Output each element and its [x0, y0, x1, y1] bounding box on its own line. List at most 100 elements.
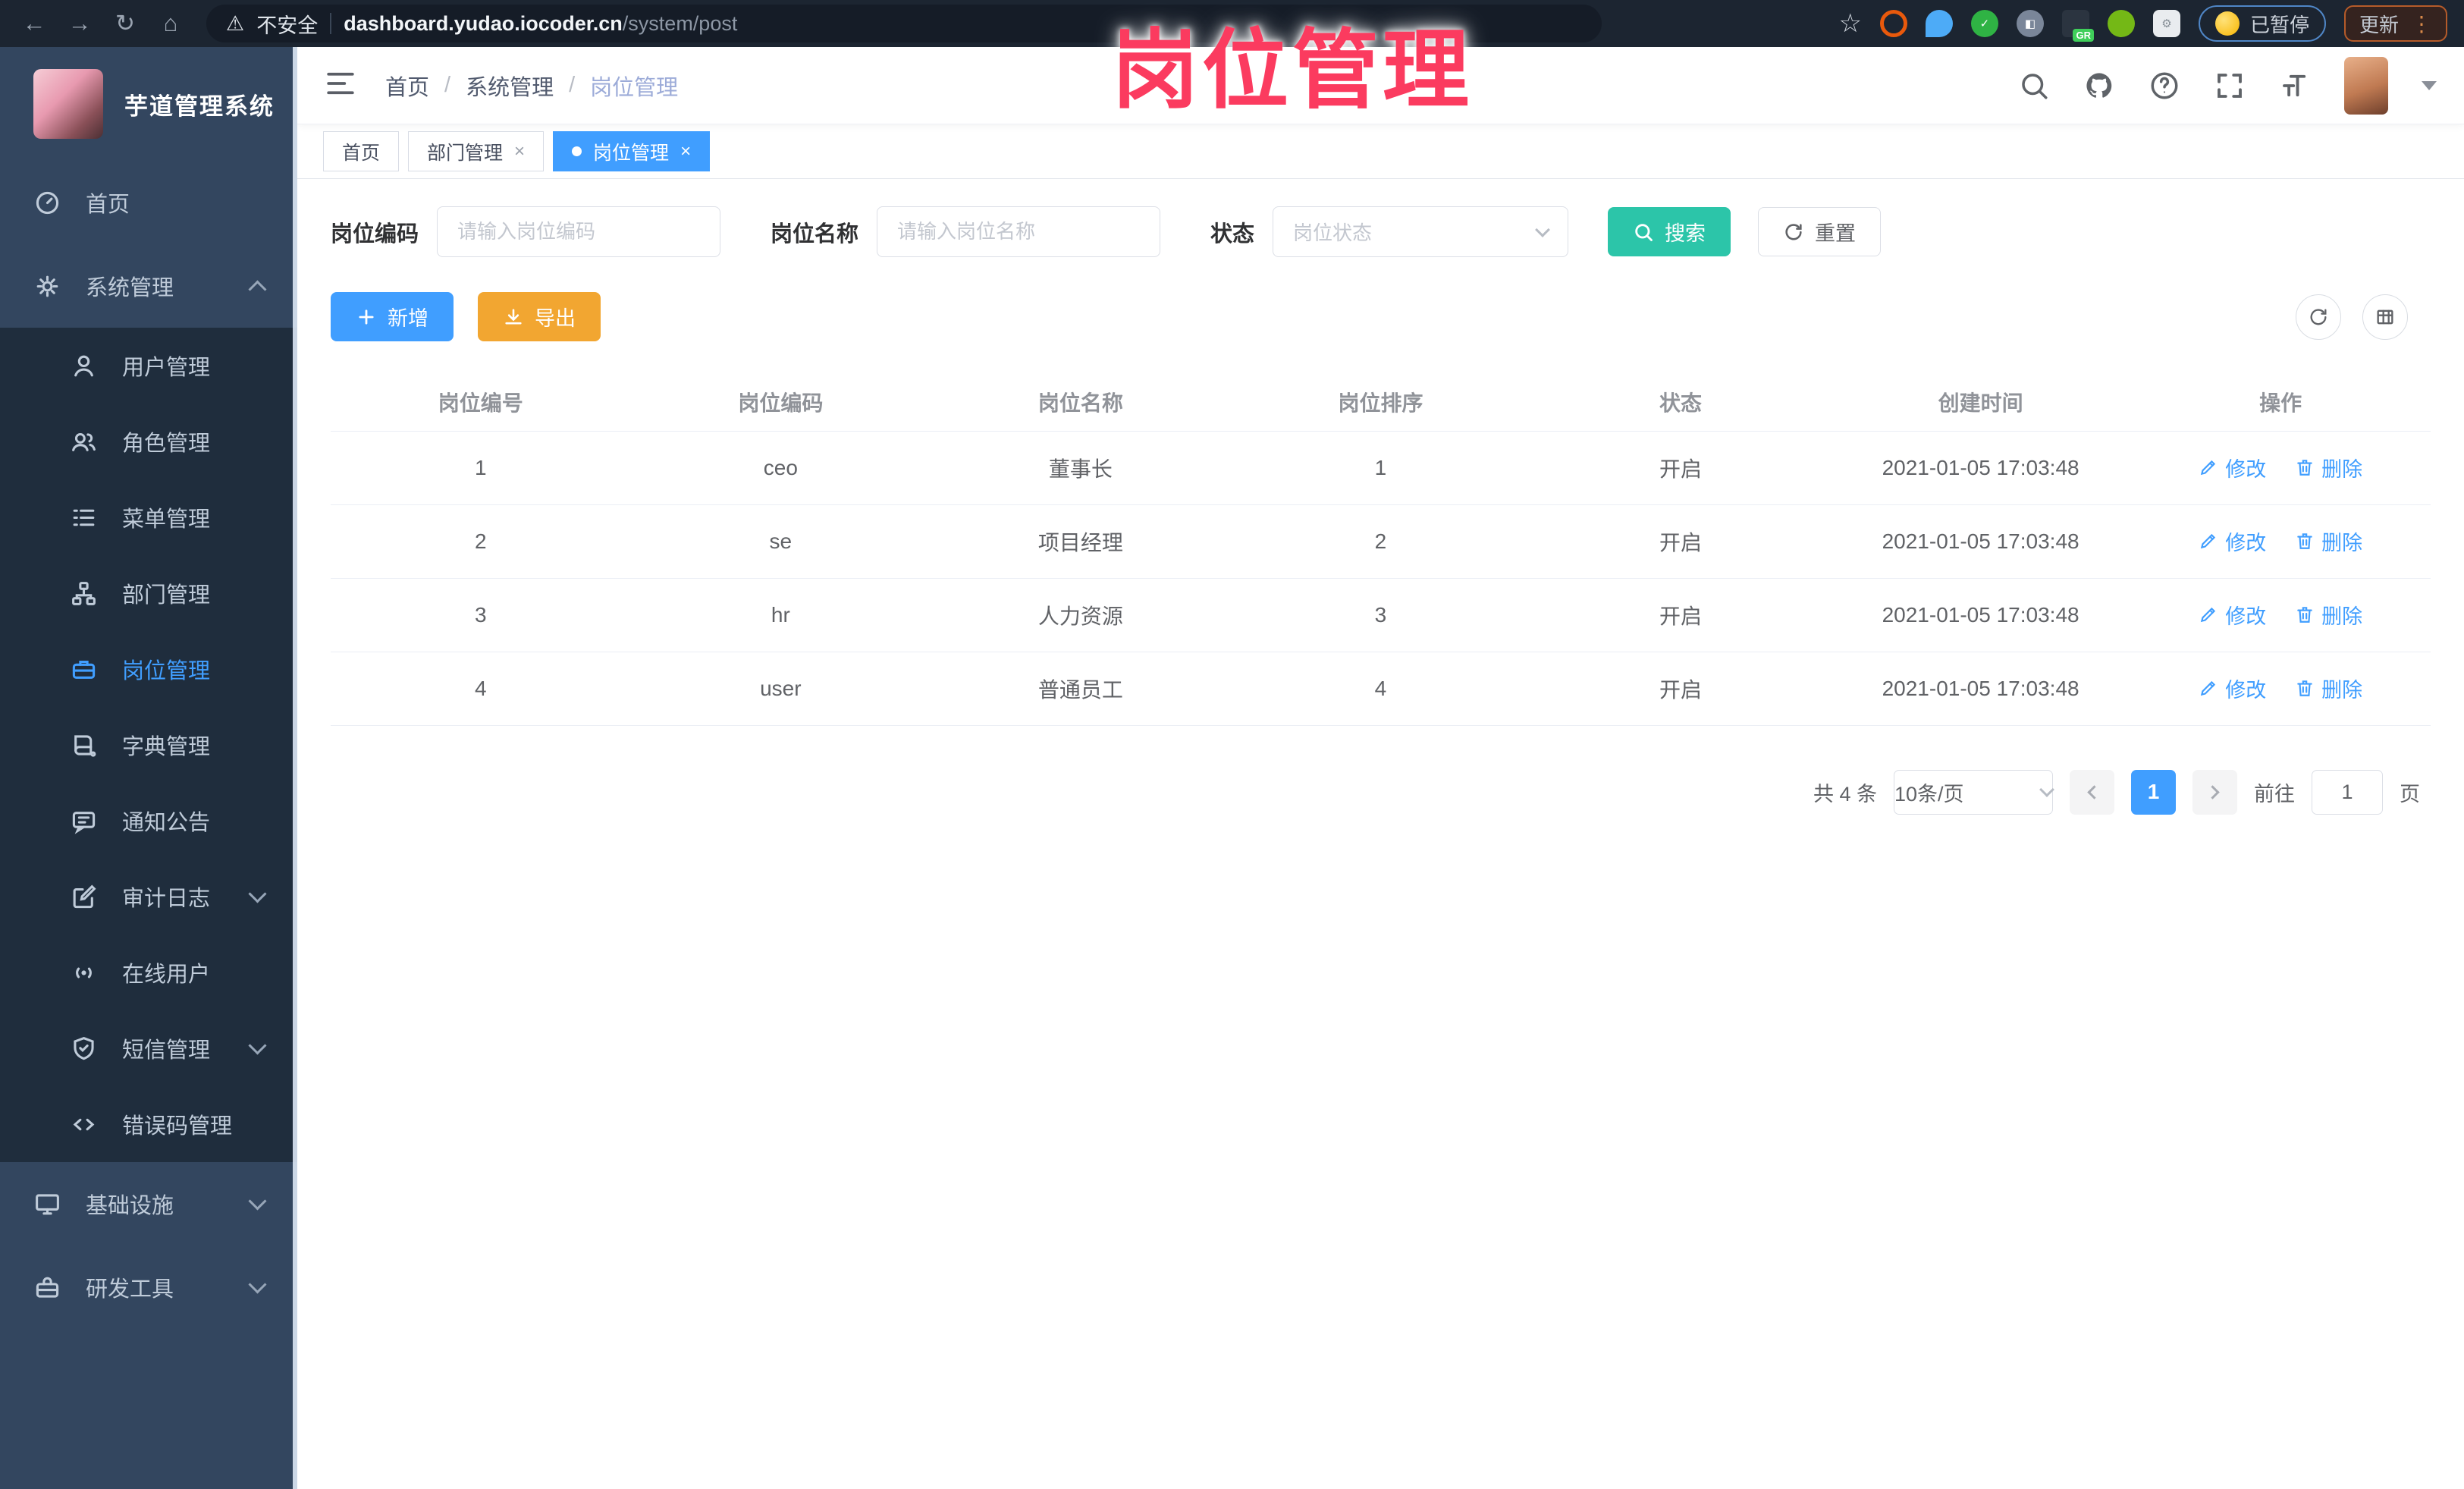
sidebar-item-label: 短信管理 — [122, 1038, 211, 1063]
monitor-icon — [36, 1193, 59, 1214]
sidebar-item-departments[interactable]: 部门管理 — [0, 555, 297, 631]
delete-link[interactable]: 删除 — [2295, 674, 2362, 703]
cell-created-time: 2021-01-05 17:03:48 — [1830, 652, 2131, 726]
page-size-value: 10条/页 — [1894, 782, 1964, 806]
export-button[interactable]: 导出 — [478, 292, 601, 341]
post-code-input[interactable] — [437, 206, 721, 257]
top-navbar: 首页 / 系统管理 / 岗位管理 — [297, 47, 2464, 124]
table-row: 4 user 普通员工 4 开启 2021-01-05 17:03:48 修改 … — [331, 652, 2431, 726]
extension-icon[interactable] — [2107, 10, 2135, 37]
tab-home[interactable]: 首页 — [323, 131, 400, 171]
sidebar-item-online-users[interactable]: 在线用户 — [0, 935, 297, 1010]
sidebar-item-users[interactable]: 用户管理 — [0, 328, 297, 404]
chevron-down-icon[interactable] — [2422, 80, 2437, 90]
download-icon — [505, 308, 522, 324]
hamburger-icon[interactable] — [325, 68, 356, 103]
user-avatar[interactable] — [2344, 56, 2388, 115]
table-row: 2 se 项目经理 2 开启 2021-01-05 17:03:48 修改 删除 — [331, 504, 2431, 579]
github-icon[interactable] — [2083, 70, 2115, 102]
edit-link[interactable]: 修改 — [2199, 526, 2266, 556]
reset-button[interactable]: 重置 — [1758, 207, 1882, 256]
edit-link[interactable]: 修改 — [2199, 600, 2266, 630]
main-area: 首页 / 系统管理 / 岗位管理 首页 部门管理 × 岗位管理 × 岗位编码 请… — [297, 47, 2464, 1489]
next-page-button[interactable] — [2192, 769, 2237, 815]
cell-created-time: 2021-01-05 17:03:48 — [1830, 431, 2131, 505]
sidebar-item-label: 菜单管理 — [122, 507, 211, 532]
reload-icon[interactable]: ↻ — [108, 6, 143, 41]
font-size-icon[interactable] — [2279, 70, 2311, 102]
extension-icon[interactable] — [1925, 10, 1953, 37]
extensions-puzzle-icon[interactable]: ⚙ — [2152, 10, 2180, 37]
delete-link[interactable]: 删除 — [2295, 453, 2362, 482]
sidebar-item-error-codes[interactable]: 错误码管理 — [0, 1086, 297, 1162]
close-icon[interactable]: × — [680, 142, 691, 161]
emoji-avatar-icon — [2214, 11, 2240, 36]
help-icon[interactable] — [2149, 70, 2180, 102]
back-icon[interactable]: ← — [17, 6, 52, 41]
update-browser-button[interactable]: 更新 ⋮ — [2343, 5, 2447, 42]
search-button[interactable]: 搜索 — [1608, 207, 1731, 256]
add-button[interactable]: 新增 — [331, 292, 454, 341]
sidebar-item-notices[interactable]: 通知公告 — [0, 783, 297, 859]
sidebar-item-system[interactable]: 系统管理 — [0, 244, 297, 328]
url-text: dashboard.yudao.iocoder.cn/system/post — [344, 12, 737, 36]
breadcrumb-system[interactable]: 系统管理 — [466, 70, 554, 102]
extension-icon[interactable]: ✓ — [1970, 10, 1998, 37]
col-actions: 操作 — [2130, 373, 2431, 432]
sidebar-item-dictionary[interactable]: 字典管理 — [0, 707, 297, 783]
sidebar-item-label: 角色管理 — [122, 432, 211, 456]
status-select-placeholder: 岗位状态 — [1293, 221, 1373, 244]
tab-departments[interactable]: 部门管理 × — [408, 131, 545, 171]
trash-icon — [2297, 680, 2312, 697]
extension-icon[interactable]: ◧ — [2016, 10, 2044, 37]
cell-post-id: 4 — [331, 652, 631, 726]
sidebar-item-dev-tools[interactable]: 研发工具 — [0, 1246, 297, 1329]
breadcrumb-home[interactable]: 首页 — [385, 70, 429, 102]
address-bar[interactable]: ⚠ 不安全 dashboard.yudao.iocoder.cn/system/… — [206, 5, 1602, 42]
sidebar-item-label: 在线用户 — [122, 963, 211, 987]
refresh-table-button[interactable] — [2296, 294, 2341, 340]
prev-page-button[interactable] — [2070, 769, 2114, 815]
close-icon[interactable]: × — [514, 142, 525, 161]
posts-table: 岗位编号 岗位编码 岗位名称 岗位排序 状态 创建时间 操作 1 ceo 董事长 — [331, 373, 2431, 726]
home-icon[interactable]: ⌂ — [153, 6, 188, 41]
sidebar-scrollbar[interactable] — [293, 47, 297, 1489]
tab-label: 首页 — [342, 142, 381, 164]
sidebar-item-label: 首页 — [86, 193, 130, 217]
sidebar-item-infrastructure[interactable]: 基础设施 — [0, 1162, 297, 1246]
edit-link-label: 修改 — [2225, 531, 2267, 554]
edit-link[interactable]: 修改 — [2199, 453, 2266, 482]
goto-page-input[interactable] — [2312, 769, 2383, 815]
delete-link[interactable]: 删除 — [2295, 526, 2362, 556]
page-size-select[interactable]: 10条/页 — [1894, 769, 2054, 815]
search-icon[interactable] — [2018, 70, 2050, 102]
sidebar-item-roles[interactable]: 角色管理 — [0, 404, 297, 479]
edit-link[interactable]: 修改 — [2199, 674, 2266, 703]
current-page-button[interactable]: 1 — [2131, 769, 2176, 815]
post-name-input[interactable] — [877, 206, 1161, 257]
sidebar-item-menus[interactable]: 菜单管理 — [0, 479, 297, 555]
tab-posts[interactable]: 岗位管理 × — [553, 131, 711, 171]
plus-icon — [359, 309, 374, 325]
forward-icon[interactable]: → — [62, 6, 97, 41]
sidebar-logo[interactable]: 芋道管理系统 — [0, 47, 297, 161]
extension-icon[interactable] — [1879, 10, 1907, 37]
status-select[interactable]: 岗位状态 — [1273, 206, 1569, 257]
sidebar-item-posts[interactable]: 岗位管理 — [0, 631, 297, 707]
sidebar-item-sms[interactable]: 短信管理 — [0, 1010, 297, 1086]
delete-link[interactable]: 删除 — [2295, 600, 2362, 630]
code-icon — [73, 1118, 95, 1130]
sidebar-item-home[interactable]: 首页 — [0, 161, 297, 244]
fullscreen-icon[interactable] — [2214, 70, 2246, 102]
url-path: /system/post — [622, 11, 738, 35]
edit-square-icon — [73, 884, 96, 908]
extension-icon[interactable]: GR — [2061, 10, 2094, 42]
profile-paused-badge[interactable]: 已暂停 — [2198, 5, 2326, 42]
toolbox-icon — [36, 1277, 59, 1298]
cell-post-sort: 2 — [1230, 504, 1531, 579]
bookmark-star-icon[interactable]: ☆ — [1838, 8, 1861, 39]
list-icon — [73, 509, 95, 526]
col-post-sort: 岗位排序 — [1230, 373, 1531, 432]
column-settings-button[interactable] — [2362, 294, 2408, 340]
sidebar-item-audit-log[interactable]: 审计日志 — [0, 859, 297, 935]
